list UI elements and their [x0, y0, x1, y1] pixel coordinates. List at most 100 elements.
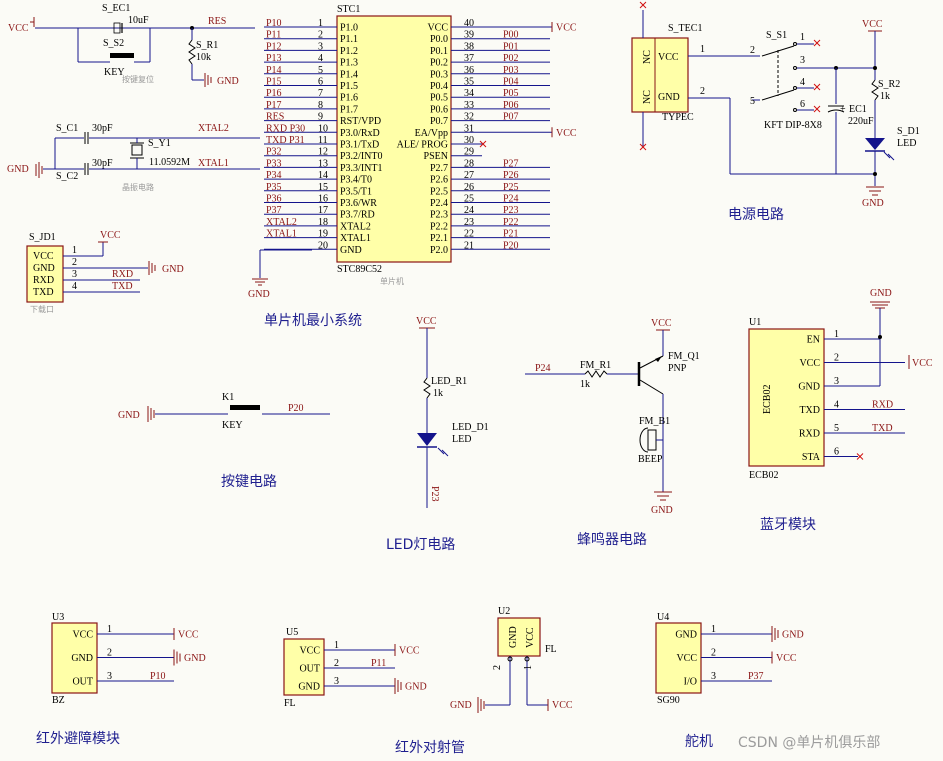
mcu-pin-name: P3.4/T0	[340, 175, 372, 186]
mcu-pin-net: P23	[503, 205, 519, 216]
mcu-pin-name: XTAL2	[340, 221, 371, 232]
mcu-pin-number: 8	[318, 100, 323, 111]
bluetooth-part: ECB02	[762, 385, 773, 414]
power-switch-pin5: 5	[750, 96, 755, 107]
ir-obstacle-pins: VCC 1 VCC GND 2 GND OUT 3 P10	[71, 624, 205, 688]
mcu-pin-net: P00	[503, 30, 519, 41]
mcu-pin-name: P3.1/TxD	[340, 140, 379, 151]
crystal-c1-value: 30pF	[92, 123, 113, 134]
buzzer-vcc-label: VCC	[651, 318, 672, 329]
bluetooth-gnd-label: GND	[870, 288, 892, 299]
power-jack-designator: S_TEC1	[668, 23, 702, 34]
servo-pin-name: GND	[675, 630, 697, 641]
u5-module: U5 VCC 1 VCC OUT 2 P11 GND 3 GND FL	[283, 627, 427, 709]
power-switch-part: KFT DIP-8X8	[764, 120, 822, 131]
power-jack-nc1: NC	[642, 50, 653, 64]
mcu-pin-name: PSEN	[424, 151, 448, 162]
mcu-pin-net: P33	[266, 158, 282, 169]
mcu-pin-number: 32	[464, 112, 474, 123]
mcu-pin-net: VCC	[556, 128, 577, 139]
mcu-pin-net: XTAL2	[266, 217, 297, 228]
mcu-pin-name: P1.0	[340, 23, 358, 34]
mcu-pin-name: P0.7	[430, 116, 448, 127]
crystal-frequency: 11.0592M	[149, 157, 190, 168]
power-switch-pin4: 4	[800, 77, 805, 88]
crystal-c1-designator: S_C1	[56, 123, 78, 134]
buzzer-transistor-designator: FM_Q1	[668, 351, 700, 362]
bluetooth-pin-number: 3	[834, 376, 839, 387]
u5-pin-number: 3	[334, 676, 339, 687]
mcu-pin-name: ALE/ PROG	[397, 140, 448, 151]
u5-pin-number: 2	[334, 658, 339, 669]
bluetooth-caption: ECB02	[749, 470, 778, 481]
mcu-pin-net: P04	[503, 77, 519, 88]
mcu-pin-name: P3.6/WR	[340, 198, 377, 209]
mcu-pin-number: 20	[318, 240, 328, 251]
mcu-pin-number: 18	[318, 217, 328, 228]
download-rxd-net: RXD	[112, 269, 133, 280]
mcu-pin-number: 17	[318, 205, 328, 216]
mcu-pin-number: 16	[318, 194, 328, 205]
mcu-pin-name: P1.6	[340, 93, 358, 104]
power-cap-designator: EC1	[849, 104, 867, 115]
mcu-pin-name: P0.1	[430, 46, 448, 57]
mcu-pin-name: P0.5	[430, 93, 448, 104]
servo-module: U4 GND 1 GND VCC 2 VCC I/O 3 P37 SG90	[655, 612, 804, 706]
ir-obstacle-module: U3 VCC 1 VCC GND 2 GND OUT 3 P10 BZ	[51, 612, 206, 706]
mcu-pin-name: VCC	[427, 23, 448, 34]
reset-caption: 按键复位	[122, 74, 154, 84]
mcu-pin-name: P3.2/INT0	[340, 151, 383, 162]
mcu-pin-net: P24	[503, 194, 519, 205]
download-pin-gnd: GND	[33, 263, 55, 274]
mcu-pin-net: P34	[266, 170, 282, 181]
mcu-pin-name: RST/VPD	[340, 116, 381, 127]
u5-pin-number: 1	[334, 640, 339, 651]
mcu-pin-number: 1	[318, 18, 323, 29]
reset-res-value: 10k	[196, 52, 211, 63]
power-switch-pin2: 2	[750, 45, 755, 56]
watermark: CSDN @单片机俱乐部	[738, 735, 880, 751]
power-circuit: S_TEC1 NC NC VCC GND TYPEC 1 2 S_S1 2 5 …	[631, 1, 920, 209]
mcu-pin-number: 34	[464, 88, 474, 99]
mcu-pin-number: 7	[318, 88, 323, 99]
mcu-pin-net: P35	[266, 182, 282, 193]
crystal-xtal2-net: XTAL2	[198, 123, 229, 134]
power-jack-gnd-pin: GND	[658, 92, 680, 103]
led-res-value: 1k	[433, 388, 443, 399]
bluetooth-pin-name: EN	[807, 335, 820, 346]
bluetooth-pin-name: STA	[802, 452, 821, 463]
servo-pin-net: P37	[748, 671, 764, 682]
mcu-pin-number: 3	[318, 41, 323, 52]
mcu-pin-number: 27	[464, 170, 474, 181]
reset-cap-designator: S_EC1	[102, 3, 130, 14]
button-circuit: GND K1 KEY P20	[118, 392, 330, 431]
mcu-pin-number: 26	[464, 182, 474, 193]
servo-pin-net: GND	[782, 630, 804, 641]
mcu-pin-name: XTAL1	[340, 233, 371, 244]
mcu-pin-net: P10	[266, 18, 282, 29]
mcu-pin-name: P1.4	[340, 69, 358, 80]
power-jack-pin1: 1	[700, 44, 705, 55]
mcu-pin-name: P2.1	[430, 233, 448, 244]
servo-pin-number: 1	[711, 624, 716, 635]
download-pin-vcc: VCC	[33, 251, 54, 262]
led-res-designator: LED_R1	[431, 376, 467, 387]
mcu-pin-name: P0.6	[430, 104, 448, 115]
u2-pin-vcc: VCC	[525, 627, 536, 648]
bluetooth-pin-number: 5	[834, 423, 839, 434]
led-vcc-label: VCC	[416, 316, 437, 327]
download-pin-rxd: RXD	[33, 275, 54, 286]
mcu-pin-net: P37	[266, 205, 282, 216]
mcu-pin-net: P03	[503, 65, 519, 76]
mcu-pin-number: 38	[464, 41, 474, 52]
reset-vcc-label: VCC	[8, 23, 29, 34]
buzzer-circuit: VCC P24 FM_R1 1k FM_Q1 PNP FM_B1 BEEP GN…	[525, 318, 700, 516]
led-circuit: VCC LED_R1 1k LED_D1 LED P23	[416, 316, 489, 508]
power-led-designator: S_D1	[897, 126, 920, 137]
u5-caption: FL	[284, 698, 296, 709]
mcu-pin-net: P21	[503, 229, 519, 240]
ir_obstacle-pin-name: GND	[71, 653, 93, 664]
bluetooth-pin-net: RXD	[872, 400, 893, 411]
power-led-label: LED	[897, 138, 916, 149]
mcu-pin-name: GND	[340, 245, 362, 256]
